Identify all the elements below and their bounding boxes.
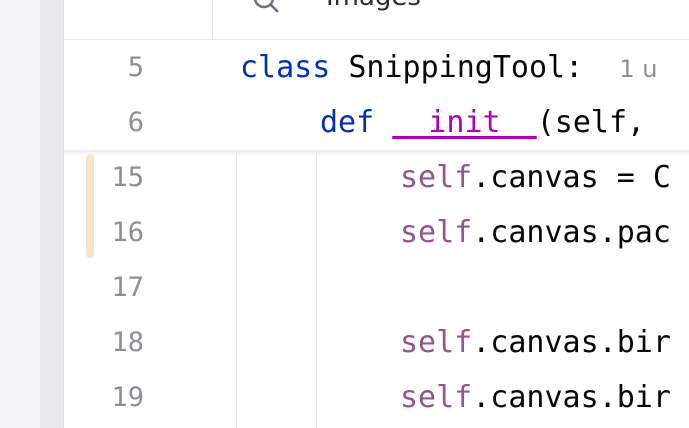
sticky-scroll-header[interactable]: 5 class SnippingTool: 1 u 6 def __init__… [64,40,689,150]
code-text: self.canvas.bir [400,315,671,370]
self-token: self [400,160,473,195]
code-line[interactable]: 18 self.canvas.bir [64,315,689,370]
code-line[interactable]: 17 [64,260,689,315]
line-number: 17 [111,272,144,303]
line-number: 18 [111,327,144,358]
code-editor[interactable]: 5 class SnippingTool: 1 u 6 def __init__… [64,40,689,428]
keyword-token: def [320,105,375,140]
code-text: self.canvas.pac [400,205,671,260]
code-line[interactable]: 16 self.canvas.pac [64,205,689,260]
code-line[interactable]: 15 self.canvas = C [64,150,689,205]
left-tool-strip [0,0,40,428]
code-rest: .canvas.bir [472,380,671,415]
usages-hint[interactable]: 1 u [619,55,657,83]
class-name-token: SnippingTool: [330,50,584,85]
line-number: 5 [127,52,144,83]
keyword-token: class [240,50,331,85]
code-text: self.canvas = C [400,150,671,205]
sticky-shadow [64,150,689,156]
line-number: 15 [111,162,144,193]
self-token: self [400,215,473,250]
topbar-separator [212,0,213,40]
code-text: def __init__(self, [320,95,645,150]
editor-topbar: Images [64,0,689,40]
sticky-line[interactable]: 6 def __init__(self, [64,95,689,150]
line-number: 6 [127,107,144,138]
code-text: class SnippingTool: 1 u [240,40,657,97]
search-icon[interactable] [252,0,280,14]
code-line[interactable]: 19 self.canvas.bir [64,370,689,425]
dunder-token: __init__ [392,105,537,140]
code-rest: .canvas.bir [472,325,671,360]
self-token: self [400,380,473,415]
code-rest: .canvas = C [472,160,671,195]
self-token: self [400,325,473,360]
search-query-text[interactable]: Images [326,0,421,12]
panel-divider[interactable] [40,0,64,428]
code-text: self.canvas.bir [400,370,671,425]
line-number: 16 [111,217,144,248]
code-rest: .canvas.pac [472,215,671,250]
params-token: (self, [536,105,646,140]
line-number: 19 [111,382,144,413]
sticky-line[interactable]: 5 class SnippingTool: 1 u [64,40,689,95]
